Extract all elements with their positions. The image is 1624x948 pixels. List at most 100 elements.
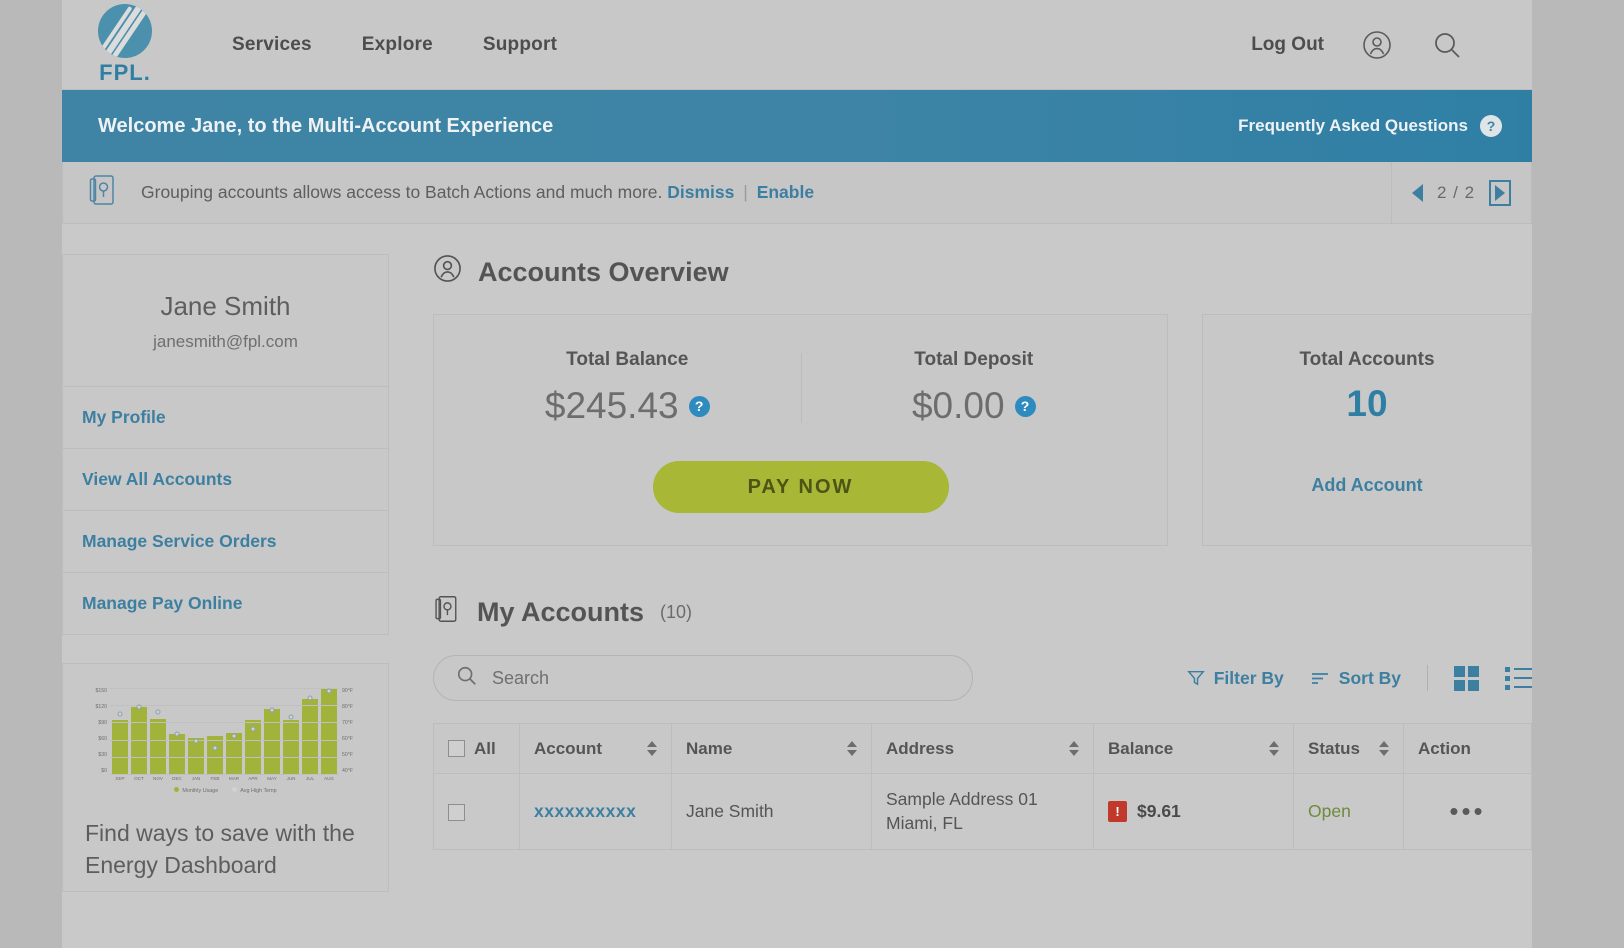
grid-view-icon[interactable] xyxy=(1454,665,1479,691)
row-name-cell: Jane Smith xyxy=(671,773,872,850)
site-header: FPL. Services Explore Support Log Out xyxy=(0,0,1624,90)
nav-item-explore[interactable]: Explore xyxy=(362,34,433,56)
filter-by-button[interactable]: Filter By xyxy=(1186,667,1284,689)
chart-x-label: JAN xyxy=(191,776,201,781)
account-card-icon xyxy=(87,173,119,212)
select-all-checkbox[interactable] xyxy=(448,740,465,757)
chart-y-axis-left: $150 $120 $90 $60 $30 $0 xyxy=(85,688,107,774)
chart-legend: Monthly Usage Avg High Temp xyxy=(85,787,366,794)
sidebar-item-manage-service-orders[interactable]: Manage Service Orders xyxy=(63,510,388,572)
row-checkbox[interactable] xyxy=(448,803,465,821)
dismiss-link[interactable]: Dismiss xyxy=(667,182,734,202)
total-deposit-value: $0.00 xyxy=(911,385,1005,426)
chart-x-label: SEP xyxy=(115,776,125,781)
faq-link[interactable]: Frequently Asked Questions ? xyxy=(1238,115,1502,137)
nav-item-support[interactable]: Support xyxy=(483,34,557,56)
sort-by-button[interactable]: Sort By xyxy=(1310,668,1401,689)
page-indicator: 2 / 2 xyxy=(1436,182,1476,202)
sort-arrows-icon[interactable] xyxy=(847,741,857,756)
total-deposit-value-row: $0.00 ? xyxy=(801,385,1148,427)
column-account[interactable]: Account xyxy=(519,723,672,774)
ytick-left: $120 xyxy=(95,704,107,710)
column-all: All xyxy=(433,723,520,774)
grouping-notification-bar: Grouping accounts allows access to Batch… xyxy=(62,162,1532,224)
sort-arrows-icon[interactable] xyxy=(1379,741,1389,756)
chart-bar xyxy=(112,719,128,774)
total-balance-label: Total Balance xyxy=(566,349,689,370)
ytick-right: 50°F xyxy=(342,752,354,758)
chart-x-label: JUN xyxy=(286,776,296,781)
question-mark-icon[interactable]: ? xyxy=(688,395,710,417)
chart-point xyxy=(307,695,313,701)
log-out-button[interactable]: Log Out xyxy=(1251,34,1324,56)
chart-point xyxy=(269,707,275,713)
my-accounts-section: My Accounts (10) Search Filter By Sort B… xyxy=(433,594,1532,850)
chart-point xyxy=(288,714,294,720)
sort-arrows-icon[interactable] xyxy=(647,741,657,756)
account-number-link[interactable]: xxxxxxxxxx xyxy=(534,801,636,821)
main-column: Accounts Overview Total Balance $245.43 … xyxy=(433,254,1532,892)
ytick-left: $60 xyxy=(98,736,107,742)
question-mark-icon[interactable]: ? xyxy=(1014,395,1036,417)
row-actions-menu-icon[interactable]: ••• xyxy=(1418,796,1517,827)
column-balance[interactable]: Balance xyxy=(1093,723,1294,774)
chart-y-axis-right: 90°F 80°F 70°F 60°F 50°F 40°F xyxy=(342,688,366,774)
row-address-cell: Sample Address 01 Miami, FL xyxy=(871,773,1094,850)
fpl-logo-text: FPL. xyxy=(99,59,151,85)
total-deposit-label: Total Deposit xyxy=(914,349,1034,370)
energy-dashboard-promo[interactable]: $150 $120 $90 $60 $30 $0 90°F 80°F 70°F … xyxy=(62,663,389,893)
sort-arrows-icon[interactable] xyxy=(1069,741,1079,756)
total-accounts-card: Total Accounts 10 Add Account xyxy=(1202,314,1532,546)
column-account-label: Account xyxy=(534,738,602,758)
nav-item-services[interactable]: Services xyxy=(232,34,312,56)
column-address[interactable]: Address xyxy=(871,723,1094,774)
arrow-left-icon[interactable] xyxy=(1411,183,1423,202)
toolbar-actions: Filter By Sort By xyxy=(1186,665,1532,691)
sidebar-item-view-all-accounts[interactable]: View All Accounts xyxy=(63,448,388,510)
row-balance-value: $9.61 xyxy=(1137,801,1181,821)
chart-point xyxy=(155,709,161,715)
alert-icon: ! xyxy=(1108,801,1127,822)
chart-x-label: AUG xyxy=(324,776,334,781)
total-balance-value-row: $245.43 ? xyxy=(454,385,801,427)
sidebar-item-my-profile[interactable]: My Profile xyxy=(63,386,388,448)
status-badge: Open xyxy=(1308,801,1351,821)
address-line-1: Sample Address 01 xyxy=(886,788,1038,809)
search-icon[interactable] xyxy=(1430,28,1464,62)
chart-x-label: JUL xyxy=(305,776,315,781)
column-status[interactable]: Status xyxy=(1293,723,1404,774)
enable-link[interactable]: Enable xyxy=(757,182,814,202)
user-circle-icon[interactable] xyxy=(1360,28,1394,62)
question-mark-icon: ? xyxy=(1480,115,1502,137)
search-input[interactable]: Search xyxy=(433,655,973,701)
chart-x-label: APR xyxy=(248,776,258,781)
page-root: FPL. Services Explore Support Log Out We… xyxy=(0,0,1624,948)
ytick-right: 70°F xyxy=(342,720,354,726)
column-name[interactable]: Name xyxy=(671,723,872,774)
fpl-logo[interactable]: FPL. xyxy=(84,3,166,86)
column-address-label: Address xyxy=(886,738,955,758)
pay-now-button[interactable]: PAY NOW xyxy=(652,461,949,513)
table-row[interactable]: xxxxxxxxxx Jane Smith Sample Address 01 … xyxy=(433,773,1532,850)
primary-nav: Services Explore Support xyxy=(232,34,557,56)
list-view-icon[interactable] xyxy=(1505,666,1532,690)
chart-x-axis: SEP OCT NOV DEC JAN FEB MAR APR MAY JUN JUL AUG xyxy=(110,776,339,781)
chart-plot-area xyxy=(110,688,339,775)
chart-x-label: MAY xyxy=(267,776,277,781)
sidebar-item-manage-pay-online[interactable]: Manage Pay Online xyxy=(63,572,388,634)
sort-arrows-icon[interactable] xyxy=(1269,741,1279,756)
faq-label: Frequently Asked Questions xyxy=(1238,116,1468,135)
chart-point xyxy=(326,688,332,694)
funnel-icon xyxy=(1186,670,1205,686)
chart-bar xyxy=(264,709,280,774)
chart-x-label: NOV xyxy=(153,776,163,781)
arrow-right-icon[interactable] xyxy=(1489,179,1512,206)
add-account-link[interactable]: Add Account xyxy=(1223,475,1511,496)
filter-by-label: Filter By xyxy=(1213,667,1284,688)
profile-name: Jane Smith xyxy=(160,291,291,321)
column-name-label: Name xyxy=(686,738,733,758)
accounts-toolbar: Search Filter By Sort By xyxy=(433,655,1532,701)
chart-point xyxy=(117,711,123,717)
legend-item-temp: Avg High Temp xyxy=(232,787,277,794)
chart-point xyxy=(193,738,199,744)
